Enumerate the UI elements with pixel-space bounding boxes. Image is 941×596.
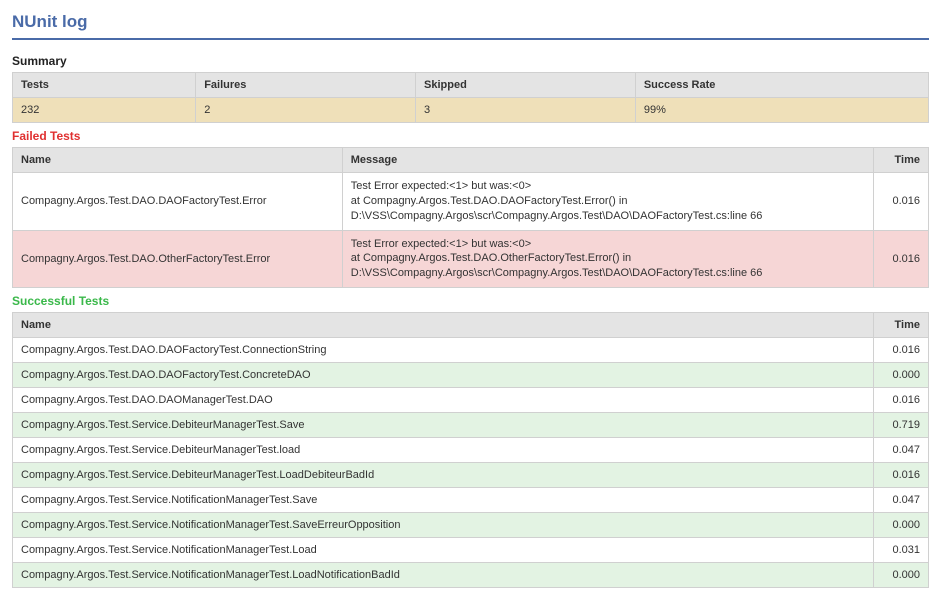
failed-name: Compagny.Argos.Test.DAO.DAOFactoryTest.E… <box>13 173 343 231</box>
summary-td-skipped: 3 <box>416 98 636 123</box>
success-name: Compagny.Argos.Test.Service.Notification… <box>13 513 874 538</box>
success-row: Compagny.Argos.Test.DAO.DAOFactoryTest.C… <box>13 338 929 363</box>
success-time: 0.000 <box>874 363 929 388</box>
success-row: Compagny.Argos.Test.Service.DebiteurMana… <box>13 438 929 463</box>
success-name: Compagny.Argos.Test.Service.DebiteurMana… <box>13 413 874 438</box>
success-row: Compagny.Argos.Test.DAO.DAOManagerTest.D… <box>13 388 929 413</box>
failed-row: Compagny.Argos.Test.DAO.DAOFactoryTest.E… <box>13 173 929 231</box>
success-row: Compagny.Argos.Test.Service.Notification… <box>13 488 929 513</box>
success-time: 0.031 <box>874 538 929 563</box>
success-name: Compagny.Argos.Test.Service.DebiteurMana… <box>13 438 874 463</box>
success-time: 0.719 <box>874 413 929 438</box>
success-row: Compagny.Argos.Test.Service.Notification… <box>13 513 929 538</box>
success-row: Compagny.Argos.Test.Service.Notification… <box>13 563 929 588</box>
failed-name: Compagny.Argos.Test.DAO.OtherFactoryTest… <box>13 230 343 288</box>
failed-th-time: Time <box>874 148 929 173</box>
summary-header-row: Tests Failures Skipped Success Rate <box>13 73 929 98</box>
failed-heading: Failed Tests <box>12 129 929 143</box>
failed-time: 0.016 <box>874 173 929 231</box>
summary-td-rate: 99% <box>635 98 928 123</box>
success-row: Compagny.Argos.Test.DAO.DAOFactoryTest.C… <box>13 363 929 388</box>
success-name: Compagny.Argos.Test.Service.DebiteurMana… <box>13 463 874 488</box>
success-row: Compagny.Argos.Test.Service.DebiteurMana… <box>13 463 929 488</box>
success-name: Compagny.Argos.Test.DAO.DAOFactoryTest.C… <box>13 363 874 388</box>
success-name: Compagny.Argos.Test.DAO.DAOManagerTest.D… <box>13 388 874 413</box>
summary-value-row: 232 2 3 99% <box>13 98 929 123</box>
success-time: 0.016 <box>874 388 929 413</box>
success-time: 0.016 <box>874 463 929 488</box>
success-name: Compagny.Argos.Test.Service.Notification… <box>13 488 874 513</box>
success-time: 0.047 <box>874 438 929 463</box>
success-row: Compagny.Argos.Test.Service.Notification… <box>13 538 929 563</box>
summary-td-tests: 232 <box>13 98 196 123</box>
success-row: Compagny.Argos.Test.Service.DebiteurMana… <box>13 413 929 438</box>
success-time: 0.000 <box>874 563 929 588</box>
success-th-name: Name <box>13 313 874 338</box>
summary-th-failures: Failures <box>196 73 416 98</box>
success-time: 0.016 <box>874 338 929 363</box>
failed-header-row: Name Message Time <box>13 148 929 173</box>
title-rule <box>12 38 929 40</box>
success-header-row: Name Time <box>13 313 929 338</box>
success-time: 0.047 <box>874 488 929 513</box>
summary-heading: Summary <box>12 54 929 68</box>
success-name: Compagny.Argos.Test.Service.Notification… <box>13 538 874 563</box>
success-name: Compagny.Argos.Test.DAO.DAOFactoryTest.C… <box>13 338 874 363</box>
summary-th-rate: Success Rate <box>635 73 928 98</box>
failed-time: 0.016 <box>874 230 929 288</box>
failed-row: Compagny.Argos.Test.DAO.OtherFactoryTest… <box>13 230 929 288</box>
success-heading: Successful Tests <box>12 294 929 308</box>
summary-td-failures: 2 <box>196 98 416 123</box>
failed-message: Test Error expected:<1> but was:<0> at C… <box>342 230 873 288</box>
page-title: NUnit log <box>12 12 929 32</box>
success-time: 0.000 <box>874 513 929 538</box>
success-th-time: Time <box>874 313 929 338</box>
summary-table: Tests Failures Skipped Success Rate 232 … <box>12 72 929 123</box>
success-name: Compagny.Argos.Test.Service.Notification… <box>13 563 874 588</box>
failed-th-message: Message <box>342 148 873 173</box>
success-table: Name Time Compagny.Argos.Test.DAO.DAOFac… <box>12 312 929 588</box>
summary-th-skipped: Skipped <box>416 73 636 98</box>
failed-message: Test Error expected:<1> but was:<0> at C… <box>342 173 873 231</box>
failed-table: Name Message Time Compagny.Argos.Test.DA… <box>12 147 929 288</box>
summary-th-tests: Tests <box>13 73 196 98</box>
failed-th-name: Name <box>13 148 343 173</box>
